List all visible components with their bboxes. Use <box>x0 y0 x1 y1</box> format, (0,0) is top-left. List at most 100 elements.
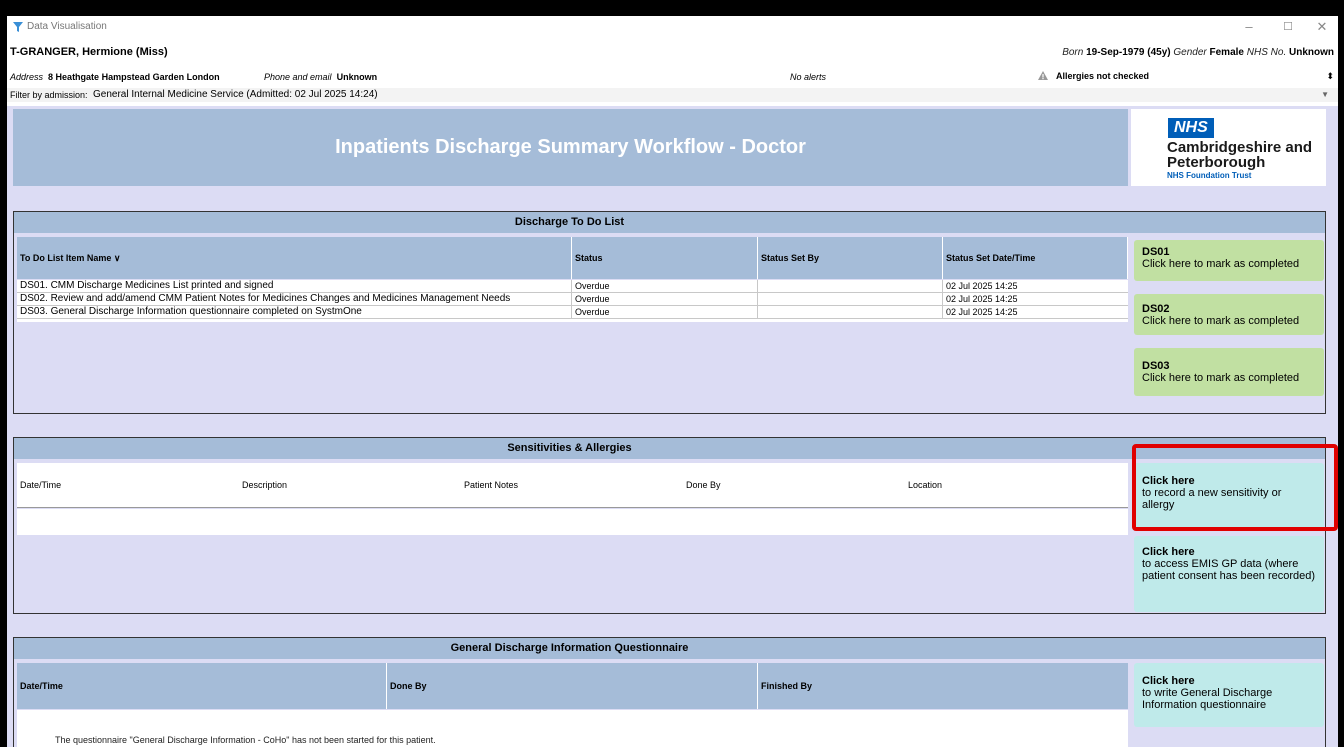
admission-select[interactable]: General Internal Medicine Service (Admit… <box>93 88 1333 102</box>
allergy-col-description[interactable]: Description <box>239 463 461 507</box>
allergy-col-datetime[interactable]: Date/Time <box>17 463 239 507</box>
born-label: Born <box>1062 47 1084 58</box>
todo-grid-header: To Do List Item Name ∨ Status Status Set… <box>17 237 1128 279</box>
allergy-status[interactable]: Allergies not checked <box>1038 71 1149 81</box>
todo-item-status: Overdue <box>572 306 758 318</box>
todo-item-name: DS01. CMM Discharge Medicines List print… <box>17 280 572 292</box>
trust-name-line1: Cambridgeshire and <box>1167 139 1313 156</box>
main-content: Inpatients Discharge Summary Workflow - … <box>7 106 1338 747</box>
todo-item-datetime: 02 Jul 2025 14:25 <box>946 307 1018 317</box>
ds01-text: Click here to mark as completed <box>1142 258 1300 270</box>
emis-title: Click here <box>1142 546 1195 558</box>
allergy-status-text: Allergies not checked <box>1056 71 1150 81</box>
ds02-code: DS02 <box>1142 303 1170 315</box>
patient-demographics: Born 19-Sep-1979 (45y) Gender Female NHS… <box>1062 47 1334 58</box>
warning-icon <box>1038 71 1048 80</box>
trust-subtitle: NHS Foundation Trust <box>1167 171 1252 180</box>
todo-title-text: Discharge To Do List <box>514 216 625 228</box>
questionnaire-section: General Discharge Information Questionna… <box>13 637 1326 747</box>
todo-item-name: DS02. Review and add/amend CMM Patient N… <box>17 293 572 305</box>
allergy-col-patient-notes[interactable]: Patient Notes <box>461 463 683 507</box>
nhs-logo: NHS <box>1168 118 1214 138</box>
write-questionnaire-button[interactable]: Click here to write General Discharge In… <box>1134 663 1324 727</box>
todo-item-status: Overdue <box>572 280 758 292</box>
ds03-code: DS03 <box>1142 360 1170 372</box>
trust-logo: NHS Cambridgeshire and Peterborough NHS … <box>1131 109 1326 186</box>
questionnaire-col-datetime[interactable]: Date/Time <box>17 663 387 709</box>
ds01-complete-button[interactable]: DS01 Click here to mark as completed <box>1134 240 1324 281</box>
questionnaire-title-text: General Discharge Information Questionna… <box>450 642 689 654</box>
todo-item-set-by <box>758 306 943 318</box>
table-row[interactable]: DS01. CMM Discharge Medicines List print… <box>17 280 1128 293</box>
alerts-status: No alerts <box>790 72 827 82</box>
expand-icon[interactable]: ⬍ <box>1326 71 1334 82</box>
questionnaire-section-title: General Discharge Information Questionna… <box>14 638 1325 659</box>
emis-text: to access EMIS GP data (where patient co… <box>1142 558 1316 582</box>
questionnaire-grid-header: Date/Time Done By Finished By <box>17 663 1128 709</box>
record-allergy-text: to record a new sensitivity or allergy <box>1142 487 1282 511</box>
todo-col-status[interactable]: Status <box>572 237 758 279</box>
patient-name: T-GRANGER, Hermione (Miss) <box>10 46 168 58</box>
funnel-icon <box>13 22 23 32</box>
app-window: Data Visualisation – ☐ ✕ T-GRANGER, Herm… <box>7 16 1338 747</box>
phone-label: Phone and email <box>264 72 332 82</box>
emis-gp-data-button[interactable]: Click here to access EMIS GP data (where… <box>1134 536 1324 612</box>
questionnaire-button-text: to write General Discharge Information q… <box>1142 687 1273 711</box>
patient-contact-row: Address 8 Heathgate Hampstead Garden Lon… <box>7 70 1338 84</box>
nhs-number-value: Unknown <box>1289 47 1334 58</box>
todo-item-datetime: 02 Jul 2025 14:25 <box>946 294 1018 304</box>
patient-banner: T-GRANGER, Hermione (Miss) Born 19-Sep-1… <box>7 44 1338 60</box>
questionnaire-not-started-note: The questionnaire "General Discharge Inf… <box>55 735 436 745</box>
close-button[interactable]: ✕ <box>1307 18 1337 36</box>
todo-section-title: Discharge To Do List <box>14 212 1325 233</box>
record-allergy-title: Click here <box>1142 475 1195 487</box>
gender-label: Gender <box>1173 47 1207 58</box>
address-label: Address <box>10 72 44 82</box>
table-row[interactable]: DS03. General Discharge Information ques… <box>17 306 1128 319</box>
table-row[interactable]: DS02. Review and add/amend CMM Patient N… <box>17 293 1128 306</box>
address-value: 8 Heathgate Hampstead Garden London <box>48 72 220 82</box>
nhs-number-label: NHS No. <box>1246 47 1287 58</box>
allergy-col-done-by[interactable]: Done By <box>683 463 905 507</box>
phone-value: Unknown <box>336 72 378 82</box>
minimize-button[interactable]: – <box>1234 18 1264 36</box>
ds02-text: Click here to mark as completed <box>1142 315 1300 327</box>
questionnaire-col-done-by[interactable]: Done By <box>387 663 758 709</box>
admission-select-value: General Internal Medicine Service (Admit… <box>93 89 378 100</box>
trust-name: Cambridgeshire and Peterborough <box>1167 140 1312 170</box>
allergies-grid-body <box>17 509 1128 535</box>
record-allergy-button[interactable]: Click here to record a new sensitivity o… <box>1134 463 1324 531</box>
phone-email: Phone and email Unknown <box>264 72 377 82</box>
workflow-header: Inpatients Discharge Summary Workflow - … <box>13 109 1128 186</box>
filter-label: Filter by admission: <box>10 90 88 100</box>
window-title: Data Visualisation <box>27 21 107 32</box>
todo-col-name[interactable]: To Do List Item Name ∨ <box>17 237 572 279</box>
allergies-section: Sensitivities & Allergies Date/Time Desc… <box>13 437 1326 614</box>
ds02-complete-button[interactable]: DS02 Click here to mark as completed <box>1134 294 1324 335</box>
allergies-title-text: Sensitivities & Allergies <box>507 442 632 454</box>
todo-item-set-by <box>758 280 943 292</box>
todo-item-set-by <box>758 293 943 305</box>
born-value: 19-Sep-1979 (45y) <box>1086 47 1171 58</box>
todo-item-datetime: 02 Jul 2025 14:25 <box>946 281 1018 291</box>
admission-filter: Filter by admission: General Internal Me… <box>7 88 1338 102</box>
questionnaire-grid-body: The questionnaire "General Discharge Inf… <box>17 710 1128 747</box>
questionnaire-button-title: Click here <box>1142 675 1195 687</box>
address: Address 8 Heathgate Hampstead Garden Lon… <box>10 72 220 82</box>
todo-grid-body: DS01. CMM Discharge Medicines List print… <box>17 280 1128 322</box>
todo-section: Discharge To Do List To Do List Item Nam… <box>13 211 1326 414</box>
ds01-code: DS01 <box>1142 246 1170 258</box>
todo-item-name: DS03. General Discharge Information ques… <box>17 306 572 318</box>
todo-col-datetime[interactable]: Status Set Date/Time <box>943 237 1128 279</box>
maximize-button[interactable]: ☐ <box>1273 18 1303 36</box>
ds03-text: Click here to mark as completed <box>1142 372 1300 384</box>
gender-value: Female <box>1209 47 1244 58</box>
allergies-grid-header: Date/Time Description Patient Notes Done… <box>17 463 1128 508</box>
page-title: Inpatients Discharge Summary Workflow - … <box>335 136 806 158</box>
allergy-col-location[interactable]: Location <box>905 463 1128 507</box>
questionnaire-col-finished-by[interactable]: Finished By <box>758 663 1128 709</box>
chevron-down-icon: ▼ <box>1321 90 1329 99</box>
allergies-section-title: Sensitivities & Allergies <box>14 438 1325 459</box>
ds03-complete-button[interactable]: DS03 Click here to mark as completed <box>1134 348 1324 396</box>
todo-col-set-by[interactable]: Status Set By <box>758 237 943 279</box>
